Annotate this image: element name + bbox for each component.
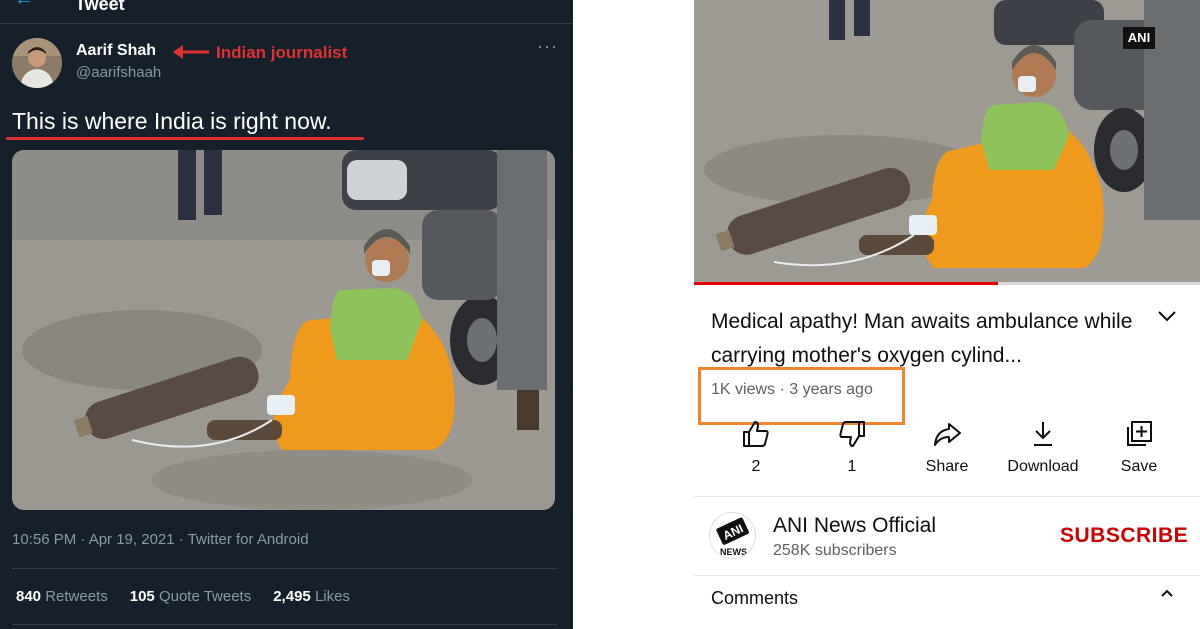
download-label: Download bbox=[1007, 458, 1079, 475]
avatar[interactable] bbox=[12, 38, 62, 88]
like-count: 2 bbox=[751, 458, 761, 475]
stat-retweets[interactable]: 840 Retweets bbox=[16, 588, 108, 605]
youtube-panel: ANI Medical apathy! Man awaits ambulance… bbox=[694, 0, 1200, 629]
video-title[interactable]: Medical apathy! Man awaits ambulance whi… bbox=[711, 305, 1141, 373]
tweet-text: This is where India is right now. bbox=[12, 108, 332, 134]
share-button[interactable]: Share bbox=[899, 418, 995, 476]
annotation-label: Indian journalist bbox=[216, 43, 348, 62]
share-icon bbox=[934, 423, 961, 446]
subscriber-count: 258K subscribers bbox=[773, 542, 897, 559]
tweet-photo[interactable] bbox=[12, 150, 555, 510]
video-meta: 1K views · 3 years ago bbox=[711, 381, 873, 398]
chevron-down-icon[interactable] bbox=[1156, 308, 1178, 324]
back-arrow-icon[interactable]: ← bbox=[14, 0, 34, 11]
progress-fill bbox=[694, 282, 998, 285]
tweet-meta: 10:56 PM · Apr 19, 2021 · Twitter for An… bbox=[12, 531, 309, 548]
dislike-button[interactable]: 1 bbox=[804, 418, 900, 476]
subscribe-button[interactable]: SUBSCRIBE bbox=[1060, 524, 1188, 548]
annotation-arrow-icon bbox=[173, 45, 209, 59]
stat-likes[interactable]: 2,495 Likes bbox=[273, 588, 350, 605]
video-watermark: ANI bbox=[1123, 27, 1155, 49]
divider bbox=[12, 568, 557, 569]
annotation-underline bbox=[6, 137, 364, 140]
save-label: Save bbox=[1120, 458, 1158, 475]
divider bbox=[12, 624, 557, 625]
tweet-header: ← Tweet bbox=[0, 0, 573, 24]
tweet-stats: 840 Retweets 105 Quote Tweets 2,495 Like… bbox=[16, 588, 350, 605]
more-icon[interactable]: ··· bbox=[537, 36, 558, 57]
divider bbox=[694, 575, 1200, 576]
twitter-panel: ← Tweet Aarif Shah @aarifshaah ··· India… bbox=[0, 0, 573, 629]
thumbs-down-icon bbox=[839, 421, 865, 447]
action-bar: 2 1 Share Download Save bbox=[694, 418, 1200, 488]
channel-avatar[interactable]: ANI NEWS bbox=[709, 512, 756, 559]
download-icon bbox=[1034, 422, 1052, 446]
comments-header[interactable]: Comments bbox=[711, 588, 798, 609]
header-title: Tweet bbox=[75, 0, 125, 14]
video-player[interactable]: ANI bbox=[694, 0, 1200, 284]
divider bbox=[694, 496, 1200, 497]
share-label: Share bbox=[925, 458, 969, 475]
like-button[interactable]: 2 bbox=[708, 418, 804, 476]
author-name[interactable]: Aarif Shah bbox=[76, 42, 156, 60]
svg-text:NEWS: NEWS bbox=[720, 547, 747, 557]
save-button[interactable]: Save bbox=[1091, 418, 1187, 476]
save-icon bbox=[1127, 421, 1152, 446]
channel-name[interactable]: ANI News Official bbox=[773, 514, 936, 538]
author-handle[interactable]: @aarifshaah bbox=[76, 64, 161, 81]
download-button[interactable]: Download bbox=[995, 418, 1091, 476]
chevron-up-icon[interactable] bbox=[1160, 588, 1174, 598]
dislike-count: 1 bbox=[847, 458, 857, 475]
thumbs-up-icon bbox=[743, 421, 769, 447]
stat-quote-tweets[interactable]: 105 Quote Tweets bbox=[130, 588, 251, 605]
